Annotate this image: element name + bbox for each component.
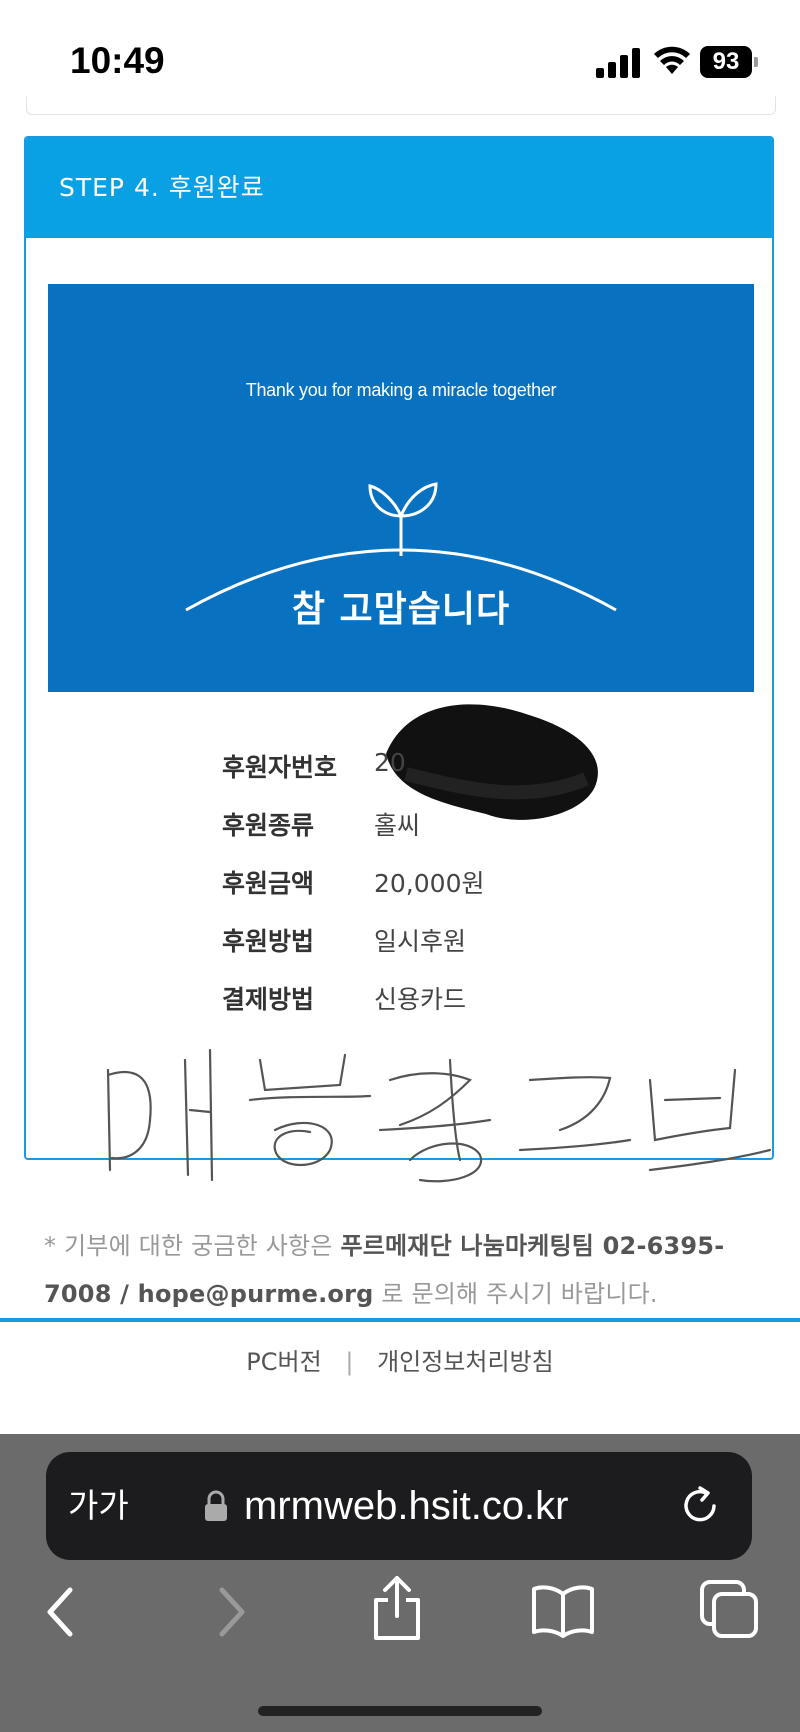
bookmarks-icon[interactable] [530, 1582, 596, 1638]
banner-title: 참 고맙습니다 [291, 589, 511, 630]
share-icon[interactable] [370, 1574, 424, 1644]
footer-separator: | [345, 1348, 354, 1376]
lock-icon [205, 1490, 227, 1521]
back-icon[interactable] [40, 1582, 80, 1642]
previous-card-edge [26, 96, 776, 115]
notice-suffix: 로 문의해 주시기 바랍니다. [381, 1280, 658, 1308]
forward-icon[interactable] [212, 1582, 252, 1642]
info-value: 20 [374, 748, 406, 777]
pc-version-link[interactable]: PC버전 [246, 1348, 321, 1376]
inquiry-notice: * 기부에 대한 궁금한 사항은 푸르메재단 나눔마케팅팀 02-6395-70… [44, 1222, 774, 1318]
info-label: 후원방법 [222, 927, 315, 956]
info-value: 신용카드 [374, 985, 467, 1014]
status-time: 10:49 [70, 40, 165, 81]
wifi-icon [654, 46, 690, 74]
cellular-signal-icon [596, 48, 640, 78]
step-panel: STEP 4. 후원완료 Thank you for making a mira… [24, 136, 774, 1160]
info-label: 후원종류 [222, 811, 315, 840]
footer-links: PC버전 | 개인정보처리방침 [0, 1342, 800, 1377]
address-bar[interactable]: 가가 mrmweb.hsit.co.kr [46, 1452, 752, 1560]
notice-prefix: * 기부에 대한 궁금한 사항은 [44, 1232, 333, 1260]
url-text[interactable]: mrmweb.hsit.co.kr [244, 1452, 569, 1560]
thank-you-banner: Thank you for making a miracle together … [48, 284, 754, 692]
privacy-policy-link[interactable]: 개인정보처리방침 [377, 1348, 554, 1376]
browser-toolbar: 가가 mrmweb.hsit.co.kr [0, 1434, 800, 1732]
info-value: 20,000원 [374, 869, 485, 898]
step-title: STEP 4. 후원완료 [59, 173, 265, 202]
info-label: 후원자번호 [222, 753, 338, 782]
reload-icon[interactable] [678, 1484, 722, 1528]
battery-indicator: 93 [700, 46, 758, 78]
tabs-icon[interactable] [698, 1578, 760, 1640]
info-label: 후원금액 [222, 869, 315, 898]
battery-level: 93 [712, 48, 740, 75]
info-label: 결제방법 [222, 985, 315, 1014]
home-indicator [258, 1706, 542, 1716]
footer-divider [0, 1318, 800, 1322]
info-value: 홀씨 [374, 811, 421, 840]
info-value: 일시후원 [374, 927, 467, 956]
text-size-button[interactable]: 가가 [68, 1452, 129, 1560]
step-header: STEP 4. 후원완료 [26, 138, 772, 238]
status-bar: 10:49 93 [0, 0, 800, 110]
